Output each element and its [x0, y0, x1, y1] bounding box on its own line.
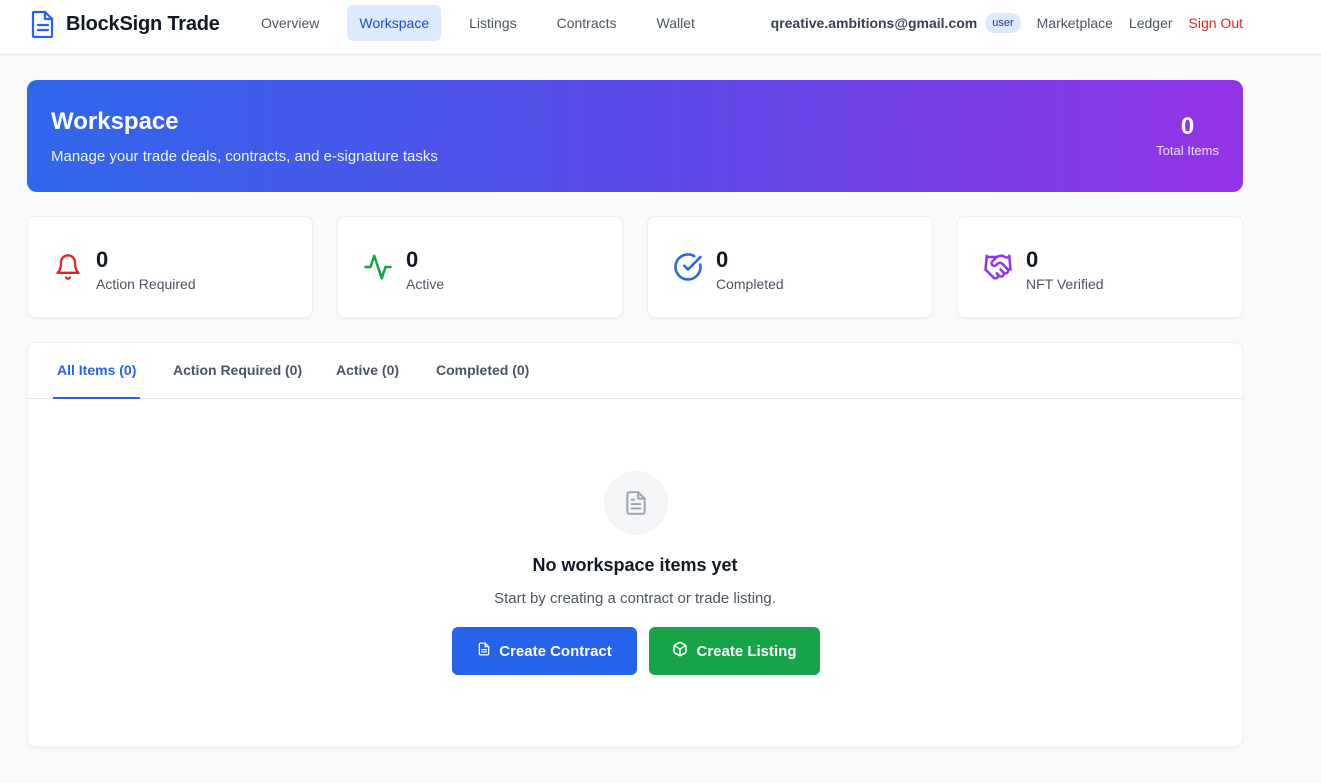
brand[interactable]: BlockSign Trade	[30, 8, 220, 40]
stat-card-nft-verified: 0 NFT Verified	[957, 216, 1243, 318]
stat-value: 0	[1026, 247, 1039, 272]
tab-action-required[interactable]: Action Required (0)	[169, 343, 306, 399]
package-icon	[672, 641, 688, 661]
nav-contracts[interactable]: Contracts	[545, 5, 629, 41]
page-subtitle: Manage your trade deals, contracts, and …	[51, 148, 438, 165]
total-items-stat: 0 Total Items	[1156, 113, 1219, 158]
marketplace-link[interactable]: Marketplace	[1037, 15, 1113, 31]
total-items-label: Total Items	[1156, 143, 1219, 158]
handshake-icon	[982, 251, 1014, 283]
nav-wallet[interactable]: Wallet	[645, 5, 707, 41]
stat-value: 0	[406, 247, 419, 272]
nav-overview[interactable]: Overview	[249, 5, 331, 41]
stat-value: 0	[716, 247, 729, 272]
activity-icon	[362, 251, 394, 283]
ledger-link[interactable]: Ledger	[1129, 15, 1173, 31]
bell-icon	[52, 251, 84, 283]
file-icon	[477, 641, 491, 661]
stat-card-action-required: 0 Action Required	[27, 216, 313, 318]
top-navigation-bar: BlockSign Trade Overview Workspace Listi…	[0, 0, 1321, 55]
stat-card-active: 0 Active	[337, 216, 623, 318]
user-area: qreative.ambitions@gmail.com user Market…	[771, 11, 1243, 35]
brand-name: BlockSign Trade	[66, 12, 220, 35]
sign-out-button[interactable]: Sign Out	[1189, 15, 1243, 31]
stat-label: Active	[406, 276, 445, 292]
create-contract-button[interactable]: Create Contract	[452, 627, 637, 675]
stat-card-completed: 0 Completed	[647, 216, 933, 318]
main-nav: Overview Workspace Listings Contracts Wa…	[249, 5, 723, 41]
stat-cards: 0 Action Required 0 Active 0 Completed 0…	[27, 216, 1243, 318]
tab-active[interactable]: Active (0)	[332, 343, 403, 399]
document-icon	[604, 471, 668, 535]
stat-label: NFT Verified	[1026, 276, 1104, 292]
filter-tabs: All Items (0) Action Required (0) Active…	[28, 343, 1242, 399]
stat-label: Completed	[716, 276, 784, 292]
workspace-hero-banner: Workspace Manage your trade deals, contr…	[27, 80, 1243, 192]
role-badge: user	[985, 13, 1021, 33]
empty-state-subtitle: Start by creating a contract or trade li…	[494, 590, 776, 607]
create-listing-label: Create Listing	[696, 642, 797, 660]
create-listing-button[interactable]: Create Listing	[649, 627, 820, 675]
nav-listings[interactable]: Listings	[457, 5, 528, 41]
total-items-value: 0	[1180, 113, 1195, 140]
user-email: qreative.ambitions@gmail.com	[770, 15, 978, 31]
workspace-items-panel: All Items (0) Action Required (0) Active…	[27, 342, 1243, 747]
tab-completed[interactable]: Completed (0)	[432, 343, 533, 399]
check-circle-icon	[672, 251, 704, 283]
stat-label: Action Required	[96, 276, 196, 292]
create-contract-label: Create Contract	[499, 642, 612, 660]
empty-state-title: No workspace items yet	[532, 555, 738, 575]
tab-all-items[interactable]: All Items (0)	[53, 343, 141, 399]
document-logo-icon	[30, 9, 56, 39]
nav-workspace[interactable]: Workspace	[347, 5, 442, 41]
stat-value: 0	[96, 247, 109, 272]
page-title: Workspace	[51, 108, 179, 135]
